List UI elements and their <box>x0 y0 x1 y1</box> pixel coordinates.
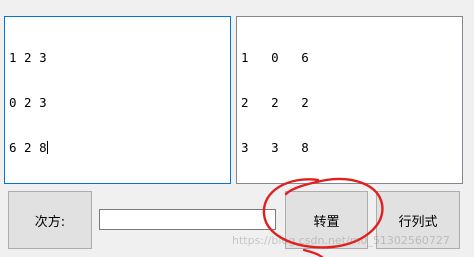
result-matrix-row: 3 3 8 <box>241 140 309 155</box>
input-matrix-textbox[interactable]: 1 2 3 0 2 3 6 2 8 <box>4 16 231 184</box>
watermark-text: https://blog.csdn.net/m0_51302560727 <box>232 234 450 247</box>
input-matrix-row: 6 2 8 <box>9 140 48 155</box>
input-matrix-row: 0 2 3 <box>9 95 47 110</box>
result-matrix-row: 1 0 6 <box>241 50 309 65</box>
text-caret <box>46 141 48 154</box>
power-input[interactable] <box>99 209 276 230</box>
matrix-calculator-window: 1 2 3 0 2 3 6 2 8 1 0 6 2 2 2 3 3 8 次方: … <box>0 0 474 257</box>
power-button[interactable]: 次方: <box>8 191 92 249</box>
input-matrix-row: 1 2 3 <box>9 50 47 65</box>
result-matrix-textbox[interactable]: 1 0 6 2 2 2 3 3 8 <box>236 16 463 184</box>
result-matrix-row: 2 2 2 <box>241 95 309 110</box>
